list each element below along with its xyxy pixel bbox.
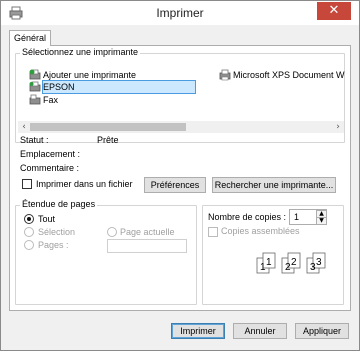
general-tab-panel: Sélectionnez une imprimante Ajouter une … (9, 45, 351, 311)
printer-icon (29, 81, 41, 92)
select-printer-legend: Sélectionnez une imprimante (20, 47, 141, 57)
collate-pages-icon: 1 1 2 2 3 3 (256, 252, 326, 274)
title-bar: Imprimer ✕ (1, 1, 359, 25)
page-range-legend: Étendue de pages (20, 199, 98, 209)
copies-value: 1 (294, 212, 300, 222)
close-button[interactable]: ✕ (317, 2, 351, 20)
page-range-selection-label[interactable]: Sélection (38, 227, 75, 237)
copies-down-icon[interactable]: ▼ (316, 217, 327, 225)
printer-item-label: Fax (43, 95, 59, 105)
collate-checkbox[interactable] (208, 227, 218, 237)
apply-button[interactable]: Appliquer (295, 323, 349, 339)
printer-icon (219, 69, 231, 81)
collate-page-number: 2 (291, 257, 297, 268)
location-label: Emplacement : (20, 149, 81, 159)
printer-item-label: Ajouter une imprimante (43, 70, 137, 80)
page-range-current-radio[interactable] (107, 227, 117, 237)
select-printer-group: Sélectionnez une imprimante Ajouter une … (15, 47, 345, 143)
comment-label: Commentaire : (20, 163, 80, 173)
collate-page-number: 3 (316, 257, 322, 268)
tab-general[interactable]: Général (9, 30, 51, 46)
print-button[interactable]: Imprimer (171, 323, 225, 339)
printer-item-label: EPSON (42, 80, 196, 94)
scroll-right-icon[interactable]: › (332, 121, 344, 133)
find-printer-button[interactable]: Rechercher une imprimante... (212, 177, 336, 193)
page-range-all-radio[interactable] (24, 214, 34, 224)
print-to-file-label[interactable]: Imprimer dans un fichier (36, 179, 133, 189)
page-range-all-label[interactable]: Tout (38, 214, 55, 224)
page-range-current-label[interactable]: Page actuelle (120, 227, 175, 237)
status-value: Prête (97, 135, 119, 145)
add-printer-icon (29, 69, 41, 80)
pages-input[interactable] (107, 239, 187, 253)
print-dialog: Imprimer ✕ Général Sélectionnez une impr… (0, 0, 360, 351)
printer-list-scrollbar[interactable]: ‹ › (18, 121, 344, 133)
cancel-button[interactable]: Annuler (233, 323, 287, 339)
copies-label: Nombre de copies : (208, 212, 287, 222)
collate-page-number: 1 (266, 257, 272, 268)
page-range-pages-label[interactable]: Pages : (38, 240, 69, 250)
copies-group: Nombre de copies : 1 ▲ ▼ Copies assemblé… (202, 205, 344, 305)
page-range-pages-radio[interactable] (24, 240, 34, 250)
scroll-left-icon[interactable]: ‹ (18, 121, 30, 133)
window-title: Imprimer (156, 6, 204, 20)
printer-list[interactable]: Ajouter une imprimante EPSON Fax Microso… (18, 64, 345, 120)
status-label: Statut : (20, 135, 49, 145)
print-to-file-checkbox[interactable] (22, 179, 32, 189)
page-range-selection-radio[interactable] (24, 227, 34, 237)
scrollbar-thumb[interactable] (30, 123, 186, 131)
printer-item-label: Microsoft XPS Document W (233, 70, 345, 80)
page-range-group: Étendue de pages Tout Sélection Page act… (15, 199, 197, 305)
preferences-button[interactable]: Préférences (144, 177, 206, 193)
fax-icon (29, 94, 41, 105)
collate-label[interactable]: Copies assemblées (221, 226, 300, 236)
